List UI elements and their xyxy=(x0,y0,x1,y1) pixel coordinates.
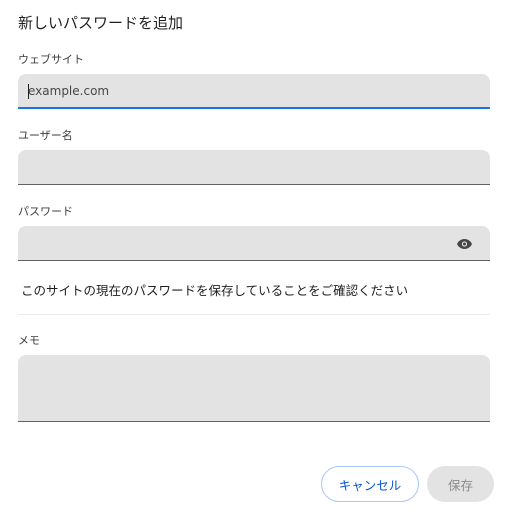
eye-icon xyxy=(456,239,472,249)
website-input[interactable] xyxy=(18,74,490,107)
text-caret xyxy=(28,84,29,99)
memo-label: メモ xyxy=(18,334,40,347)
dialog-title: 新しいパスワードを追加 xyxy=(18,14,184,32)
username-input[interactable] xyxy=(18,150,490,184)
password-field-container xyxy=(18,226,490,261)
password-label: パスワード xyxy=(18,205,73,218)
confirm-notice: このサイトの現在のパスワードを保存していることをご確認ください xyxy=(21,283,409,298)
save-button[interactable]: 保存 xyxy=(427,466,494,502)
username-label: ユーザー名 xyxy=(18,129,73,142)
username-field-container xyxy=(18,150,490,185)
divider xyxy=(18,314,490,315)
cancel-button[interactable]: キャンセル xyxy=(321,466,419,502)
show-password-button[interactable] xyxy=(456,237,472,251)
memo-textarea[interactable] xyxy=(18,355,490,421)
memo-field-container xyxy=(18,355,490,422)
website-label: ウェブサイト xyxy=(18,53,84,66)
password-input[interactable] xyxy=(18,226,490,260)
website-field-container xyxy=(18,74,490,109)
